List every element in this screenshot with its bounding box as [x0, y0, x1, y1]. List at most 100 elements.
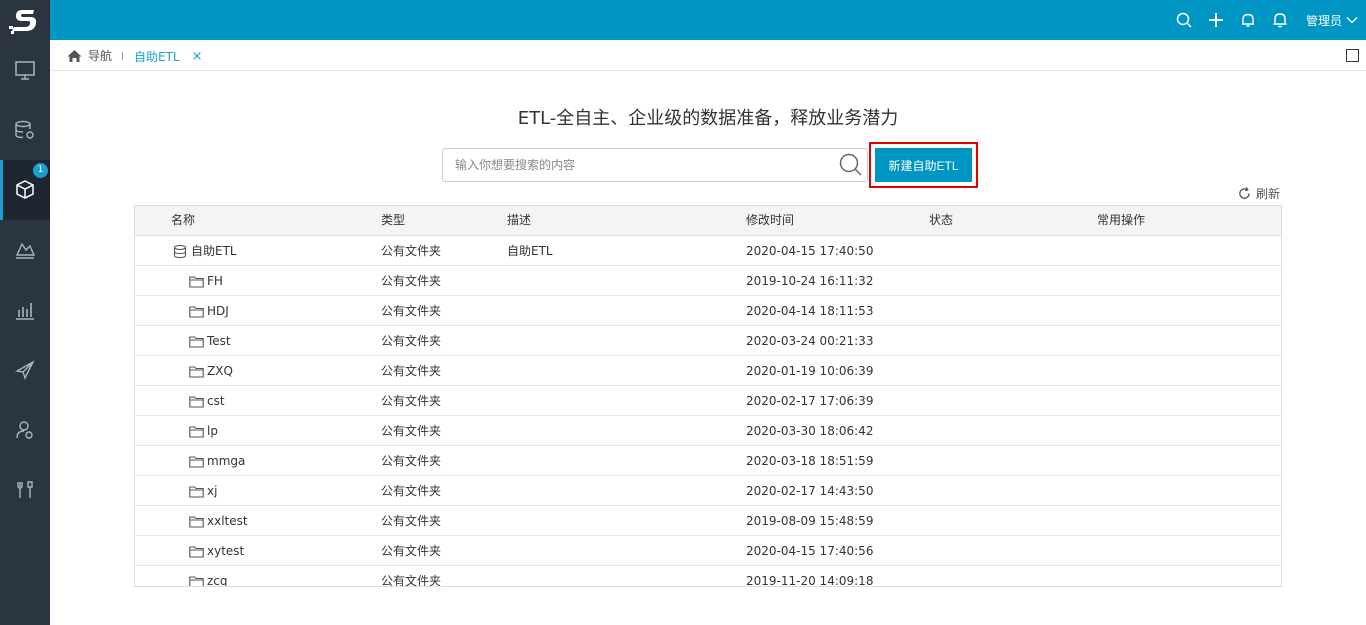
row-name-text: lp	[207, 424, 218, 438]
search-button[interactable]	[1168, 0, 1200, 40]
folder-icon	[189, 485, 204, 498]
table-header: 名称 类型 描述 修改时间 状态 常用操作	[135, 206, 1281, 236]
row-type: 公有文件夹	[381, 514, 442, 528]
row-time: 2020-03-30 18:06:42	[746, 424, 874, 438]
column-header-type[interactable]: 类型	[381, 206, 405, 236]
nav-monitor[interactable]	[0, 40, 50, 100]
cube-icon	[16, 180, 34, 199]
row-type: 公有文件夹	[381, 304, 442, 318]
row-name[interactable]: cst	[189, 386, 225, 416]
refresh-icon	[1239, 187, 1250, 199]
table-row[interactable]: cst 公有文件夹 2020-02-17 17:06:39	[135, 386, 1281, 416]
database-settings-icon	[15, 120, 34, 139]
nav-analysis[interactable]	[0, 220, 50, 280]
tab-etl-label: 自助ETL	[134, 50, 180, 64]
folder-icon	[189, 335, 204, 348]
row-time: 2020-03-24 00:21:33	[746, 334, 874, 348]
user-name: 管理员	[1305, 13, 1342, 28]
row-desc: 自助ETL	[507, 244, 553, 258]
row-name-text: FH	[207, 274, 223, 288]
app-logo[interactable]	[0, 0, 50, 40]
maximize-button[interactable]	[1346, 49, 1359, 62]
tab-home[interactable]: 导航	[67, 47, 112, 64]
row-name-text: 自助ETL	[191, 244, 237, 258]
etl-table: 名称 类型 描述 修改时间 状态 常用操作 自助ETL 公有文件夹 自助ETL 202…	[134, 205, 1282, 587]
nav-user-settings[interactable]	[0, 400, 50, 460]
notification-badge: 1	[33, 163, 48, 178]
row-time: 2020-03-18 18:51:59	[746, 454, 874, 468]
nav-etl[interactable]: 1	[0, 160, 50, 220]
row-name-text: xj	[207, 484, 218, 498]
table-row[interactable]: xytest 公有文件夹 2020-04-15 17:40:56	[135, 536, 1281, 566]
row-name[interactable]: Test	[189, 326, 231, 356]
row-name[interactable]: xytest	[189, 536, 244, 566]
new-etl-highlight: 新建自助ETL	[869, 142, 978, 188]
nav-reports[interactable]	[0, 280, 50, 340]
table-row[interactable]: mmga 公有文件夹 2020-03-18 18:51:59	[135, 446, 1281, 476]
close-icon[interactable]: ×	[192, 49, 203, 64]
folder-icon	[189, 575, 204, 586]
tab-divider	[122, 52, 123, 60]
row-type: 公有文件夹	[381, 244, 442, 258]
row-time: 2020-01-19 10:06:39	[746, 364, 874, 378]
row-type: 公有文件夹	[381, 394, 442, 408]
row-name[interactable]: zcq	[189, 566, 228, 586]
row-name[interactable]: ZXQ	[189, 356, 233, 386]
refresh-button[interactable]: 刷新	[1238, 185, 1280, 202]
search-input[interactable]	[443, 149, 833, 181]
column-header-ops[interactable]: 常用操作	[1097, 206, 1145, 236]
notifications-button[interactable]	[1264, 0, 1296, 40]
nav-data-source[interactable]	[0, 100, 50, 160]
folder-icon	[189, 275, 204, 288]
folder-icon	[189, 455, 204, 468]
top-bar: 管理员	[50, 0, 1366, 40]
row-name[interactable]: FH	[189, 266, 223, 296]
folder-icon	[189, 545, 204, 558]
tools-icon	[17, 481, 33, 498]
column-header-desc[interactable]: 描述	[507, 206, 531, 236]
tab-etl[interactable]: 自助ETL ×	[134, 48, 203, 65]
search-icon[interactable]	[839, 153, 863, 177]
table-row[interactable]: HDJ 公有文件夹 2020-04-14 18:11:53	[135, 296, 1281, 326]
table-row[interactable]: 自助ETL 公有文件夹 自助ETL 2020-04-15 17:40:50	[135, 236, 1281, 266]
bar-chart-icon	[16, 303, 34, 320]
table-row[interactable]: xxltest 公有文件夹 2019-08-09 15:48:59	[135, 506, 1281, 536]
table-body: 自助ETL 公有文件夹 自助ETL 2020-04-15 17:40:50 FH 公有文件…	[135, 236, 1281, 586]
column-header-time[interactable]: 修改时间	[746, 206, 794, 236]
row-time: 2019-08-09 15:48:59	[746, 514, 874, 528]
row-name[interactable]: lp	[189, 416, 218, 446]
table-row[interactable]: xj 公有文件夹 2020-02-17 14:43:50	[135, 476, 1281, 506]
top-actions: 管理员	[1168, 0, 1366, 40]
user-menu[interactable]: 管理员	[1296, 0, 1366, 40]
row-time: 2020-02-17 14:43:50	[746, 484, 874, 498]
row-name[interactable]: 自助ETL	[173, 236, 237, 266]
row-name-text: Test	[207, 334, 231, 348]
refresh-label: 刷新	[1256, 187, 1281, 201]
table-row[interactable]: lp 公有文件夹 2020-03-30 18:06:42	[135, 416, 1281, 446]
row-name[interactable]: mmga	[189, 446, 245, 476]
row-time: 2019-10-24 16:11:32	[746, 274, 874, 288]
table-row[interactable]: FH 公有文件夹 2019-10-24 16:11:32	[135, 266, 1281, 296]
alerts-button[interactable]	[1232, 0, 1264, 40]
row-type: 公有文件夹	[381, 544, 442, 558]
tab-bar: 导航 自助ETL ×	[50, 40, 1366, 71]
row-name-text: mmga	[207, 454, 246, 468]
row-name-text: ZXQ	[207, 364, 233, 378]
column-header-name[interactable]: 名称	[171, 206, 195, 236]
column-header-status[interactable]: 状态	[929, 206, 953, 236]
add-button[interactable]	[1200, 0, 1232, 40]
row-type: 公有文件夹	[381, 424, 442, 438]
nav-tools[interactable]	[0, 460, 50, 520]
row-name[interactable]: xj	[189, 476, 217, 506]
nav-publish[interactable]	[0, 340, 50, 400]
new-etl-button[interactable]: 新建自助ETL	[875, 148, 972, 182]
user-settings-icon	[16, 421, 33, 439]
trend-area-icon	[15, 242, 36, 259]
table-row[interactable]: ZXQ 公有文件夹 2020-01-19 10:06:39	[135, 356, 1281, 386]
logo-icon	[9, 10, 37, 34]
row-time: 2020-04-15 17:40:50	[746, 244, 874, 258]
row-name[interactable]: xxltest	[189, 506, 248, 536]
table-row[interactable]: zcq 公有文件夹 2019-11-20 14:09:18	[135, 566, 1281, 586]
table-row[interactable]: Test 公有文件夹 2020-03-24 00:21:33	[135, 326, 1281, 356]
row-name[interactable]: HDJ	[189, 296, 229, 326]
